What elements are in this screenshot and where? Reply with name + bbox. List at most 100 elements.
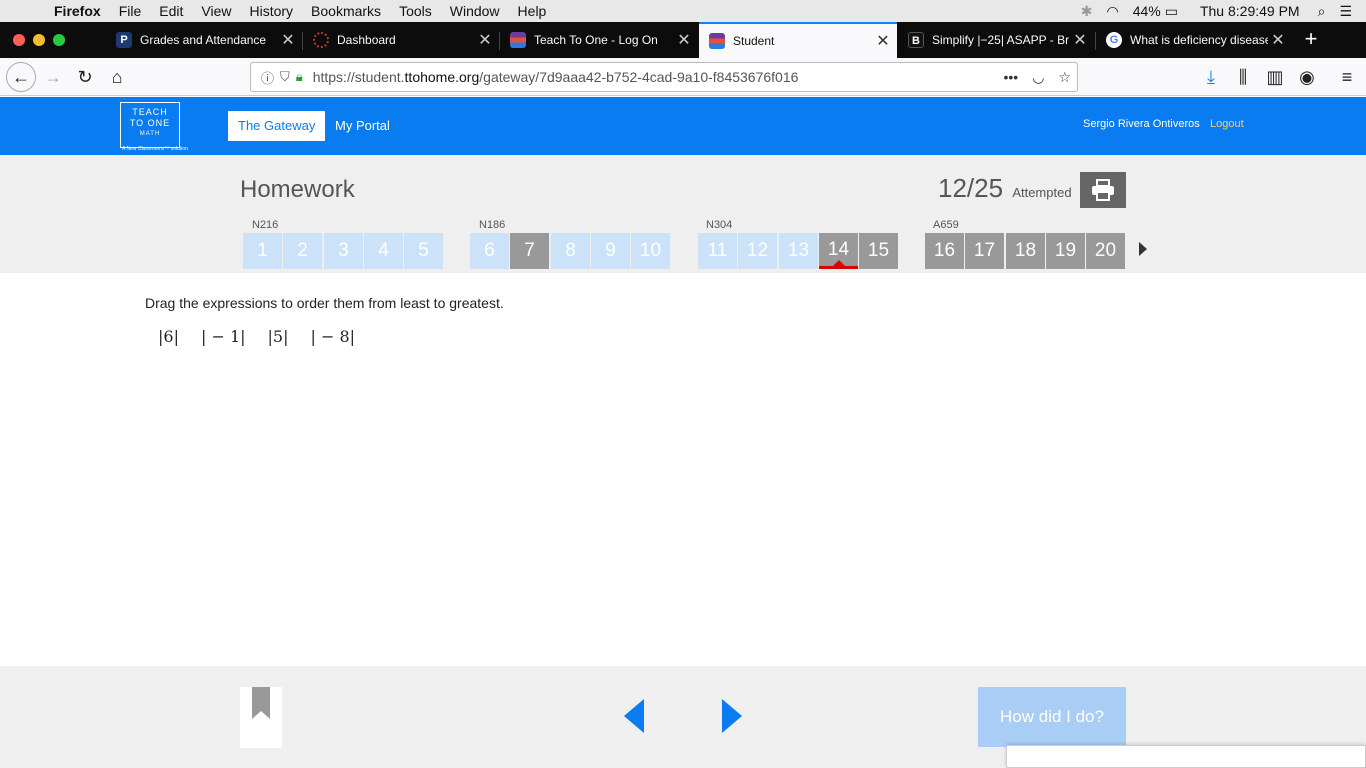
expression-list: |6| | − 1| |5| | − 8| <box>158 327 355 346</box>
menu-tools[interactable]: Tools <box>399 3 432 19</box>
question-instruction: Drag the expressions to order them from … <box>145 295 504 311</box>
tto-favicon-icon <box>709 33 725 49</box>
question-box-4[interactable]: 4 <box>364 233 403 269</box>
sidebar-icon[interactable]: ▥ <box>1262 64 1288 90</box>
navigation-toolbar: ← → ↻ ⌂ ⓘ ⛉ 🔒︎ https://student.ttohome.o… <box>0 58 1366 96</box>
tab-title: Teach To One - Log On <box>534 33 658 47</box>
back-button[interactable]: ← <box>6 62 36 92</box>
account-icon[interactable]: ◉ <box>1294 64 1320 90</box>
hamburger-menu-icon[interactable]: ≡ <box>1334 64 1360 90</box>
url-text[interactable]: https://student.ttohome.org/gateway/7d9a… <box>313 69 799 85</box>
tab-dashboard[interactable]: Dashboard ✕ <box>303 22 499 58</box>
tracking-shield-icon[interactable]: ⛉ <box>280 69 290 85</box>
close-tab-icon[interactable]: ✕ <box>475 30 495 50</box>
question-box-15[interactable]: 15 <box>859 233 898 269</box>
question-box-2[interactable]: 2 <box>283 233 322 269</box>
tab-student[interactable]: Student ✕ <box>699 22 897 58</box>
url-path: /gateway/7d9aaa42-b752-4cad-9a10-f845367… <box>479 69 799 85</box>
menubar-status-area: ✱ ◠ 44% ▭ Thu 8:29:49 PM ⌕ ☰ <box>1081 0 1366 22</box>
nav-the-gateway[interactable]: The Gateway <box>228 111 326 141</box>
menu-history[interactable]: History <box>249 3 293 19</box>
battery-percent[interactable]: 44% <box>1133 3 1161 19</box>
reload-button[interactable]: ↻ <box>72 64 98 90</box>
bookmark-button[interactable] <box>240 687 282 748</box>
close-window-button[interactable] <box>13 34 25 46</box>
question-box-8[interactable]: 8 <box>551 233 590 269</box>
printer-icon <box>1092 179 1114 201</box>
nav-my-portal[interactable]: My Portal <box>325 111 400 141</box>
forward-button[interactable]: → <box>40 64 66 90</box>
new-tab-button[interactable]: + <box>1298 26 1324 52</box>
draggable-expression[interactable]: |5| <box>268 327 289 346</box>
page-actions-icon[interactable]: ••• <box>1004 69 1019 86</box>
menu-edit[interactable]: Edit <box>159 3 183 19</box>
question-box-9[interactable]: 9 <box>591 233 630 269</box>
next-question-button[interactable] <box>722 699 742 733</box>
menu-bookmarks[interactable]: Bookmarks <box>311 3 381 19</box>
tab-deficiency-disease[interactable]: G What is deficiency disease ✕ <box>1096 22 1292 58</box>
question-box-14[interactable]: 14 <box>819 233 858 269</box>
macos-menubar: Firefox File Edit View History Bookmarks… <box>0 0 1366 22</box>
question-box-11[interactable]: 11 <box>698 233 737 269</box>
draggable-expression[interactable]: | − 1| <box>201 327 246 346</box>
close-tab-icon[interactable]: ✕ <box>1268 30 1288 50</box>
question-box-10[interactable]: 10 <box>631 233 670 269</box>
bookmark-icon <box>252 687 270 719</box>
pocket-icon[interactable]: ◡ <box>1032 69 1044 86</box>
draggable-expression[interactable]: | − 8| <box>310 327 355 346</box>
close-tab-icon[interactable]: ✕ <box>674 30 694 50</box>
menubar-clock[interactable]: Thu 8:29:49 PM <box>1200 3 1300 19</box>
bluetooth-icon[interactable]: ✱ <box>1081 3 1093 20</box>
menu-window[interactable]: Window <box>450 3 500 19</box>
draggable-expression[interactable]: |6| <box>158 327 179 346</box>
tab-title: Student <box>733 34 775 48</box>
question-box-7[interactable]: 7 <box>510 233 549 269</box>
close-tab-icon[interactable]: ✕ <box>873 31 893 51</box>
question-box-20[interactable]: 20 <box>1086 233 1125 269</box>
zoom-window-button[interactable] <box>53 34 65 46</box>
question-box-18[interactable]: 18 <box>1006 233 1045 269</box>
question-box-6[interactable]: 6 <box>470 233 509 269</box>
logo-line-3: MATH <box>139 131 161 137</box>
wifi-icon[interactable]: ◠ <box>1106 3 1118 20</box>
score-value: 12/25 <box>938 173 1004 203</box>
teach-to-one-logo[interactable]: TEACH TO ONE MATH <box>120 102 180 148</box>
tto-favicon-icon <box>510 32 526 48</box>
tab-simplify-asapp[interactable]: B Simplify |−25| ASAPP - Br ✕ <box>898 22 1094 58</box>
minimize-window-button[interactable] <box>33 34 45 46</box>
spotlight-icon[interactable]: ⌕ <box>1318 3 1326 20</box>
notification-center-icon[interactable]: ☰ <box>1339 3 1352 20</box>
menu-view[interactable]: View <box>201 3 231 19</box>
close-tab-icon[interactable]: ✕ <box>278 30 298 50</box>
url-bar[interactable]: ⓘ ⛉ 🔒︎ https://student.ttohome.org/gatew… <box>250 62 1078 92</box>
question-box-12[interactable]: 12 <box>738 233 777 269</box>
question-box-1[interactable]: 1 <box>243 233 282 269</box>
question-box-19[interactable]: 19 <box>1046 233 1085 269</box>
group-label-n186: N186 <box>479 219 506 231</box>
library-icon[interactable]: ⫼ <box>1230 64 1256 90</box>
lock-icon[interactable]: 🔒︎ <box>296 69 303 85</box>
menu-help[interactable]: Help <box>518 3 547 19</box>
logout-link[interactable]: Logout <box>1210 118 1244 130</box>
question-box-16[interactable]: 16 <box>925 233 964 269</box>
home-button[interactable]: ⌂ <box>104 64 130 90</box>
previous-question-button[interactable] <box>624 699 644 733</box>
menu-file[interactable]: File <box>119 3 142 19</box>
url-actions: ••• ◡ ☆ <box>1004 69 1072 86</box>
tab-grades-and-attendance[interactable]: P Grades and Attendance ✕ <box>106 22 302 58</box>
tab-teach-to-one-log-on[interactable]: Teach To One - Log On ✕ <box>500 22 698 58</box>
question-box-3[interactable]: 3 <box>324 233 363 269</box>
next-group-arrow-icon[interactable] <box>1139 242 1147 256</box>
downloads-icon[interactable]: ⤓ <box>1198 64 1224 90</box>
info-icon[interactable]: ⓘ <box>261 68 274 87</box>
question-box-5[interactable]: 5 <box>404 233 443 269</box>
question-box-13[interactable]: 13 <box>779 233 818 269</box>
google-favicon-icon: G <box>1106 32 1122 48</box>
how-did-i-do-button[interactable]: How did I do? <box>978 687 1126 747</box>
menu-app-firefox[interactable]: Firefox <box>54 3 101 19</box>
battery-icon[interactable]: ▭ <box>1165 3 1178 20</box>
print-button[interactable] <box>1080 172 1126 208</box>
close-tab-icon[interactable]: ✕ <box>1070 30 1090 50</box>
bookmark-star-icon[interactable]: ☆ <box>1058 69 1071 86</box>
question-box-17[interactable]: 17 <box>965 233 1004 269</box>
